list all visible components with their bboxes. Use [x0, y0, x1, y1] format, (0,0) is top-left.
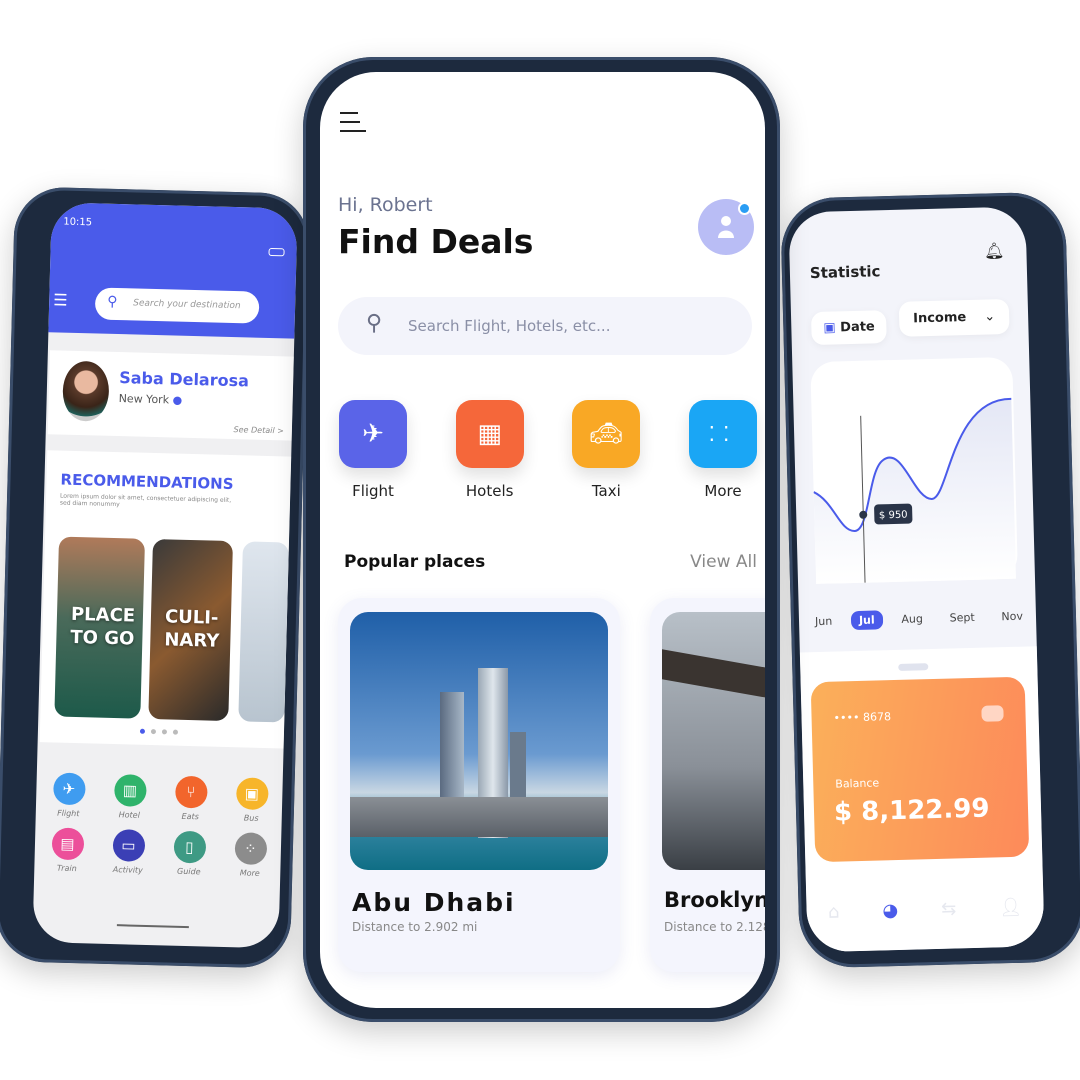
- plane-icon: ✈: [52, 772, 86, 806]
- right-phone: Statistic 🔔︎ ▣ Date Income ⌄ $ 950 Jun Ju…: [779, 191, 1080, 969]
- home-icon[interactable]: ⌂: [828, 902, 840, 923]
- see-detail-link[interactable]: See Detail >: [234, 425, 284, 435]
- recommendations-title: RECOMMENDATIONS: [60, 470, 234, 494]
- place-card[interactable]: Abu Dhabi Distance to 2.902 mi: [338, 598, 620, 972]
- service-activity[interactable]: ▭ Activity: [97, 829, 159, 876]
- place-name: Brooklyn Bridge: [664, 888, 765, 912]
- category-taxi[interactable]: 🚕︎ Taxi: [571, 400, 641, 500]
- place-image: [350, 612, 608, 870]
- page-title: Statistic: [809, 262, 881, 283]
- month-selector: Jun Jul Aug Sept Nov: [807, 606, 1031, 631]
- calendar-icon: ▣: [823, 320, 836, 336]
- recommendation-card[interactable]: [238, 541, 289, 723]
- service-more[interactable]: ⁘ More: [219, 832, 281, 879]
- search-placeholder: Search Flight, Hotels, etc...: [408, 317, 611, 335]
- status-time: 10:15: [63, 216, 93, 229]
- profile-name: Saba Delarosa: [118, 368, 250, 391]
- category-flight[interactable]: ✈ Flight: [338, 400, 408, 500]
- train-icon: ▤: [51, 827, 84, 861]
- chevron-down-icon: ⌄: [984, 309, 996, 325]
- user-icon[interactable]: 👤︎: [999, 897, 1022, 919]
- service-hotel[interactable]: ▥ Hotel: [99, 774, 161, 821]
- header: 10:15 ☰ ⚲ Search your destination: [48, 202, 298, 339]
- service-eats[interactable]: ⑂ Eats: [160, 775, 222, 822]
- place-image: [662, 612, 765, 870]
- service-bus[interactable]: ▣ Bus: [221, 777, 283, 824]
- service-flight[interactable]: ✈ Flight: [38, 772, 100, 819]
- recommendation-card[interactable]: CULI- NARY: [148, 539, 233, 722]
- search-input[interactable]: ⚲ Search Flight, Hotels, etc...: [338, 297, 752, 355]
- balance-amount: $ 8,122.99: [833, 793, 990, 828]
- month-tab[interactable]: Aug: [893, 609, 931, 629]
- plane-icon: ✈: [339, 400, 407, 468]
- taxi-icon: 🚕︎: [572, 400, 641, 468]
- user-icon: [718, 216, 734, 238]
- date-button[interactable]: ▣ Date: [810, 310, 888, 346]
- place-card[interactable]: Brooklyn Bridge Distance to 2.128 mi: [650, 598, 765, 972]
- ticket-icon: ▭: [112, 829, 145, 862]
- page-title: Find Deals: [338, 222, 534, 261]
- recommendations: RECOMMENDATIONS Lorem ipsum dolor sit am…: [39, 450, 292, 749]
- card-number: •••• 8678: [833, 710, 892, 725]
- building-icon: ▥: [113, 774, 147, 807]
- month-tab[interactable]: Nov: [993, 606, 1031, 626]
- place-distance: Distance to 2.902 mi: [352, 920, 478, 934]
- pie-chart-icon[interactable]: ◕: [882, 900, 898, 921]
- right-phone-screen: Statistic 🔔︎ ▣ Date Income ⌄ $ 950 Jun Ju…: [788, 206, 1045, 953]
- map-icon: ▯: [173, 830, 206, 864]
- search-icon: ⚲: [106, 293, 118, 310]
- left-phone-screen: 10:15 ☰ ⚲ Search your destination Saba De…: [32, 202, 298, 949]
- fork-knife-icon: ⑂: [174, 775, 208, 809]
- category-hotels[interactable]: ▦ Hotels: [455, 400, 525, 500]
- menu-icon[interactable]: ☰: [53, 290, 68, 309]
- section-title: Popular places: [344, 552, 486, 572]
- search-icon: ⚲: [366, 311, 383, 336]
- chart-area: [813, 398, 1016, 585]
- location-pin-icon: ●: [172, 393, 183, 407]
- bell-icon[interactable]: 🔔︎: [984, 241, 1005, 261]
- wallet-sheet: •••• 8678 Balance $ 8,122.99 ⌂ ◕ ⇆ 👤︎: [799, 646, 1045, 953]
- greeting: Hi, Robert: [338, 194, 433, 216]
- hotel-icon: ▦: [455, 400, 524, 468]
- recommendation-card[interactable]: PLACE TO GO: [54, 536, 146, 719]
- services-grid: ✈ Flight ▥ Hotel ⑂ Eats ▣ Bus ▤ Train ▭ Activi…: [36, 772, 283, 878]
- income-dropdown[interactable]: Income ⌄: [898, 298, 1010, 337]
- view-all-link[interactable]: View All: [690, 552, 757, 572]
- card-chip-icon: [981, 705, 1004, 722]
- balance-card[interactable]: •••• 8678 Balance $ 8,122.99: [810, 676, 1030, 863]
- profile-city: New York ●: [118, 392, 183, 407]
- center-phone-screen: Hi, Robert Find Deals ⚲ Search Flight, Ho…: [320, 72, 765, 1008]
- sheet-handle[interactable]: [898, 663, 929, 671]
- service-train[interactable]: ▤ Train: [36, 827, 98, 874]
- category-list: ✈ Flight ▦ Hotels 🚕︎ Taxi ⁚⁚ More: [338, 400, 758, 500]
- search-input[interactable]: ⚲ Search your destination: [94, 287, 260, 324]
- center-phone: Hi, Robert Find Deals ⚲ Search Flight, Ho…: [303, 57, 780, 1022]
- battery-icon: [268, 247, 285, 257]
- avatar: [62, 360, 110, 422]
- carousel-dots: [139, 728, 179, 735]
- month-tab[interactable]: Sept: [941, 608, 983, 628]
- transfer-icon[interactable]: ⇆: [941, 898, 957, 919]
- tooltip-value: $ 950: [879, 510, 908, 522]
- bottom-nav: ⌂ ◕ ⇆ 👤︎: [806, 896, 1043, 923]
- place-name: Abu Dhabi: [352, 888, 516, 917]
- left-phone: 10:15 ☰ ⚲ Search your destination Saba De…: [0, 186, 311, 969]
- service-guide[interactable]: ▯ Guide: [158, 830, 220, 877]
- grid-icon: ⁚⁚: [688, 400, 757, 468]
- bus-icon: ▣: [235, 777, 269, 811]
- home-indicator: [116, 924, 189, 929]
- place-distance: Distance to 2.128 mi: [664, 920, 765, 934]
- recommendations-subtitle: Lorem ipsum dolor sit amet, consectetuer…: [59, 492, 232, 509]
- avatar[interactable]: [698, 199, 754, 255]
- balance-label: Balance: [835, 776, 880, 791]
- month-tab-selected[interactable]: Jul: [850, 610, 883, 631]
- category-more[interactable]: ⁚⁚ More: [688, 400, 758, 500]
- menu-icon[interactable]: [340, 112, 366, 139]
- grid-icon: ⁘: [234, 832, 267, 866]
- income-chart: $ 950: [810, 356, 1018, 585]
- month-tab[interactable]: Jun: [807, 611, 841, 631]
- profile-card[interactable]: Saba Delarosa New York ● See Detail >: [47, 350, 294, 441]
- search-placeholder: Search your destination: [133, 298, 241, 312]
